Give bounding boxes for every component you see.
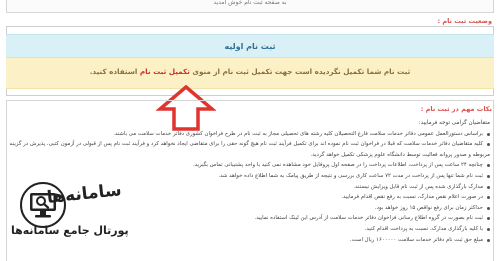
- note-item: ثبت نام شما تنها پس از پرداخت در مدت ۷۲ …: [10, 171, 490, 182]
- note-item-continuation: مربوطه و صدور پروانه فعالیت توسط دانشگاه…: [310, 151, 490, 158]
- logo-tagline: پورتال جامع سامانه‌ها: [11, 224, 129, 237]
- welcome-text: به صفحه ثبت نام خوش آمدید: [213, 0, 287, 6]
- notes-header: نکات مهم در ثبت نام :: [420, 105, 492, 113]
- step-initial-registration: ثبت نام اولیه: [6, 34, 494, 58]
- note-item: کلیه متقاضیان دفاتر خدمات سلامت که قبلا …: [10, 139, 490, 150]
- alert-suffix: استفاده کنید.: [89, 67, 138, 76]
- samaneha-logo: سامانه‌ها پورتال جامع سامانه‌ها: [5, 180, 145, 259]
- notes-greeting: متقاضیان گرامی توجه فرمایید:: [418, 120, 490, 126]
- page: به صفحه ثبت نام خوش آمدید وضعیت ثبت نام …: [0, 0, 500, 261]
- alert-prefix: ثبت نام شما تکمیل نگردیده است جهت تکمیل …: [192, 67, 411, 76]
- note-item: چنانچه ۲۴ ساعت پس از پرداخت، اطلاعات پرد…: [10, 160, 490, 171]
- note-item: براساس دستورالعمل عمومی دفاتر خدمات سلام…: [10, 129, 490, 140]
- step-label: ثبت نام اولیه: [224, 42, 276, 51]
- incomplete-registration-alert: ثبت نام شما تکمیل نگردیده است جهت تکمیل …: [6, 58, 494, 89]
- complete-registration-link[interactable]: تکمیل ثبت نام: [140, 67, 190, 76]
- status-title: وضعیت ثبت نام :: [437, 17, 492, 25]
- welcome-strip: به صفحه ثبت نام خوش آمدید: [6, 0, 494, 13]
